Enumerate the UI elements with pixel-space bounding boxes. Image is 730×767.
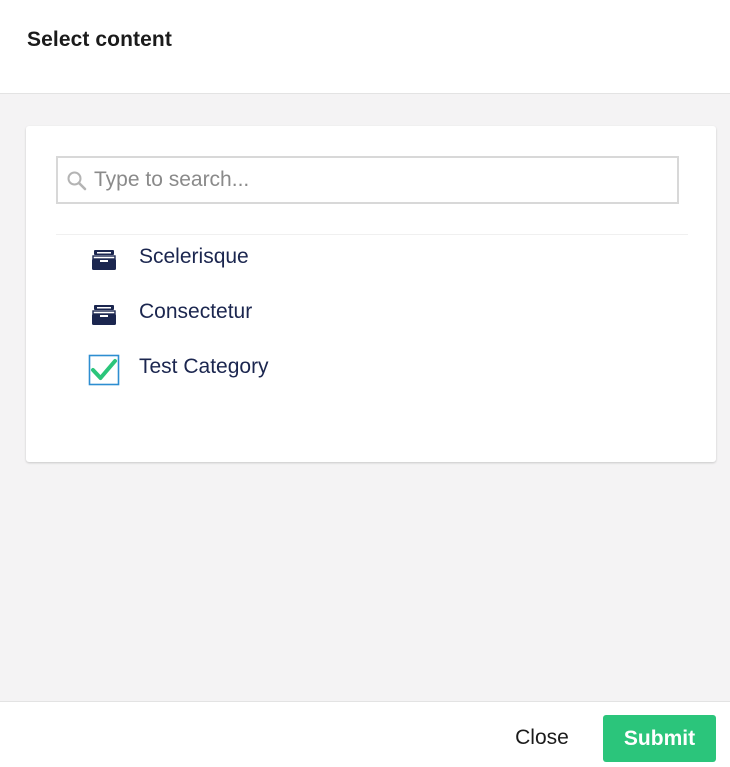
search-input[interactable] <box>94 158 664 202</box>
tree-item-label: Consectetur <box>139 300 253 323</box>
dialog-header: Select content <box>0 0 730 94</box>
archive-icon <box>88 244 120 276</box>
dialog-body: Scelerisque Consectetur <box>0 94 730 701</box>
tree-item-scelerisque[interactable]: Scelerisque <box>88 238 648 278</box>
content-tree-card: Scelerisque Consectetur <box>26 126 716 462</box>
search-icon <box>66 170 88 192</box>
close-button[interactable]: Close <box>501 715 583 761</box>
dialog-footer: Close Submit <box>0 701 730 767</box>
checkbox-checked-icon[interactable] <box>88 354 120 386</box>
tree-item-test-category[interactable]: Test Category <box>88 348 648 388</box>
submit-button[interactable]: Submit <box>603 715 716 762</box>
tree-item-label: Test Category <box>139 355 269 378</box>
search-divider <box>56 234 688 235</box>
tree-item-consectetur[interactable]: Consectetur <box>88 293 648 333</box>
dialog-title: Select content <box>27 28 172 51</box>
tree-item-label: Scelerisque <box>139 245 249 268</box>
archive-icon <box>88 299 120 331</box>
search-box <box>56 156 679 204</box>
select-content-dialog: Select content Type to search... Sceleri… <box>0 0 730 767</box>
